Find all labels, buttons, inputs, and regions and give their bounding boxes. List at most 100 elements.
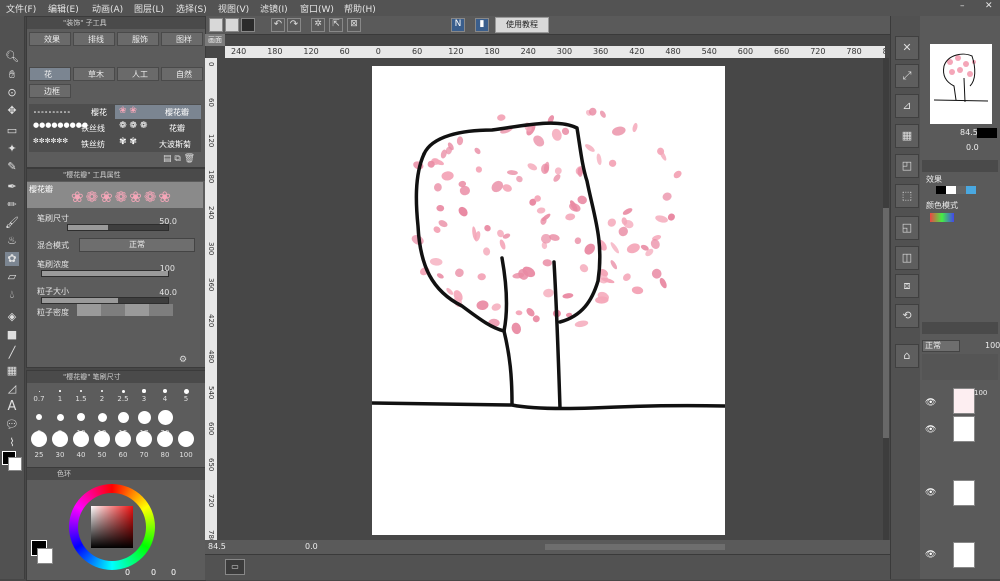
menu-window[interactable]: 窗口(W) [300, 2, 334, 15]
horizontal-scrollbar[interactable] [545, 544, 725, 550]
layer-thumb-folder[interactable] [953, 542, 975, 568]
brush-item-wire-textile[interactable]: ✼✼✼✼✼✼ 铁丝纺 [29, 137, 113, 151]
tab-nature[interactable]: 自然 [161, 67, 203, 81]
airbrush-icon[interactable]: ♨ [5, 234, 19, 248]
undo-icon[interactable]: ↶ [271, 18, 285, 32]
brush-size-preset[interactable] [38, 390, 40, 392]
brush-size-preset[interactable] [100, 389, 104, 393]
brush-size-preset[interactable] [178, 431, 194, 447]
frame-icon[interactable]: ▦ [5, 364, 19, 378]
visibility-eye-icon[interactable]: 👁︎ [925, 425, 936, 435]
correct-line-icon[interactable]: ⌇ [5, 436, 19, 450]
item-bank-icon[interactable]: ⌂ [895, 344, 919, 368]
tab-clothing[interactable]: 服饰 [117, 32, 159, 46]
brush-size-preset[interactable] [52, 431, 68, 447]
menu-layer[interactable]: 图层(L) [134, 2, 164, 15]
sub-color-chip[interactable] [37, 548, 53, 564]
tab-border[interactable]: 边框 [29, 84, 71, 98]
visibility-eye-icon[interactable]: 👁︎ [925, 398, 936, 408]
layer-thumb-lines[interactable] [953, 416, 975, 442]
menu-view[interactable]: 视图(V) [218, 2, 249, 15]
brush-size-preset[interactable] [183, 388, 189, 394]
hand-icon[interactable]: ✋︎ [5, 68, 19, 82]
decoration-icon[interactable]: ✿ [5, 252, 19, 266]
brush-item-sakura[interactable]: ∘∘∘∘∘∘∘∘∘∘ 樱花 [29, 105, 113, 119]
particle-size-slider[interactable] [41, 297, 169, 304]
clear-icon[interactable]: ✲ [311, 18, 325, 32]
transform-icon[interactable]: ⇱ [329, 18, 343, 32]
settings-icon[interactable]: ⚙ [179, 355, 187, 365]
navigator-icon[interactable]: ✕ [895, 36, 919, 60]
brush-item-cosmos[interactable]: ✾ ✾ 大波斯菊 [115, 137, 201, 151]
visibility-eye-icon[interactable]: 👁︎ [925, 488, 936, 498]
brush-size-preset[interactable] [97, 412, 107, 422]
brush-size-preset[interactable] [31, 431, 47, 447]
pencil-icon[interactable]: ✏ [5, 198, 19, 212]
history-icon[interactable]: ◱ [895, 216, 919, 240]
material-2-icon[interactable]: ▦ [895, 124, 919, 148]
fill-icon[interactable]: ◈ [5, 310, 19, 324]
layer-thumb-petals[interactable] [953, 388, 975, 414]
brush-size-preset[interactable] [80, 390, 82, 392]
ruler-icon[interactable]: ◿ [5, 382, 19, 396]
material-icon[interactable]: ⊿ [895, 94, 919, 118]
color-wheel[interactable] [69, 484, 155, 570]
auto-action-icon[interactable]: ⟲ [895, 304, 919, 328]
pen-icon[interactable]: ✒ [5, 180, 19, 194]
figure-icon[interactable]: ╱ [5, 346, 19, 360]
gradient-icon[interactable]: ■ [5, 328, 19, 342]
tab-plants[interactable]: 草木 [73, 67, 115, 81]
menu-filter[interactable]: 滤镜(I) [260, 2, 288, 15]
brush-size-preset[interactable] [163, 389, 167, 393]
tab-hatching[interactable]: 排线 [73, 32, 115, 46]
save-icon[interactable] [241, 18, 255, 32]
blend-icon[interactable]: 💧︎ [5, 288, 19, 302]
flip-icon[interactable] [977, 128, 997, 138]
layer-search-icon[interactable]: ⧈ [895, 274, 919, 298]
brush-size-preset[interactable] [73, 431, 89, 447]
text-icon[interactable]: A [5, 400, 19, 414]
minimize-icon[interactable]: – [960, 1, 965, 11]
new-file-icon[interactable] [209, 18, 223, 32]
brush-size-preset[interactable] [157, 409, 173, 425]
menu-help[interactable]: 帮助(H) [344, 2, 376, 15]
snap-grid-icon[interactable]: ▮ [475, 18, 489, 32]
brush-item-sakura-petal[interactable]: ❀ ❀ 樱花瓣 [115, 105, 201, 119]
color-set-icon[interactable]: ⬚ [895, 184, 919, 208]
brush-icon[interactable]: 🖌︎ [5, 216, 19, 230]
effect-buttons[interactable] [936, 186, 976, 194]
visibility-eye-icon[interactable]: 👁︎ [925, 550, 936, 560]
vertical-scrollbar[interactable] [883, 58, 889, 540]
brush-size-preset[interactable] [36, 414, 42, 420]
brush-size-preset[interactable] [56, 413, 64, 421]
brush-size-preset[interactable] [136, 431, 152, 447]
blend-mode-select[interactable]: 正常 [79, 238, 195, 252]
brush-size-preset[interactable] [94, 431, 110, 447]
subview-icon[interactable]: ⤢ [895, 64, 919, 88]
close-icon[interactable]: ✕ [985, 1, 993, 11]
scale-icon[interactable]: ⊠ [347, 18, 361, 32]
brush-size-preset[interactable] [77, 413, 85, 421]
sub-color-swatch[interactable] [8, 457, 22, 471]
layer-blend-select[interactable]: 正常 [922, 340, 960, 352]
balloon-icon[interactable]: 💬︎ [5, 418, 19, 432]
particle-density-bar[interactable] [77, 304, 173, 316]
tab-artificial[interactable]: 人工 [117, 67, 159, 81]
canvas-tab[interactable]: 画面 [205, 34, 225, 46]
saturation-box[interactable] [91, 506, 133, 548]
brush-item-petal[interactable]: ❁ ❁ ❁ 花瓣 [115, 121, 201, 135]
color-mode-select[interactable] [930, 213, 954, 222]
brush-size-preset[interactable] [115, 431, 131, 447]
menu-file[interactable]: 文件(F) [6, 2, 36, 15]
guide-button[interactable]: 使用教程 [495, 17, 549, 33]
move-icon[interactable]: ✥ [5, 104, 19, 118]
brush-size-preset[interactable] [117, 411, 129, 423]
timeline-icon[interactable]: ▭ [225, 559, 245, 575]
zoom-icon[interactable]: 🔍︎ [5, 50, 19, 64]
brush-size-preset[interactable] [137, 410, 151, 424]
tab-pattern[interactable]: 图样 [161, 32, 203, 46]
menu-animation[interactable]: 动画(A) [92, 2, 123, 15]
brush-size-preset[interactable] [59, 390, 61, 392]
snap-ruler-icon[interactable]: N [451, 18, 465, 32]
operation-icon[interactable]: ⊙ [5, 86, 19, 100]
